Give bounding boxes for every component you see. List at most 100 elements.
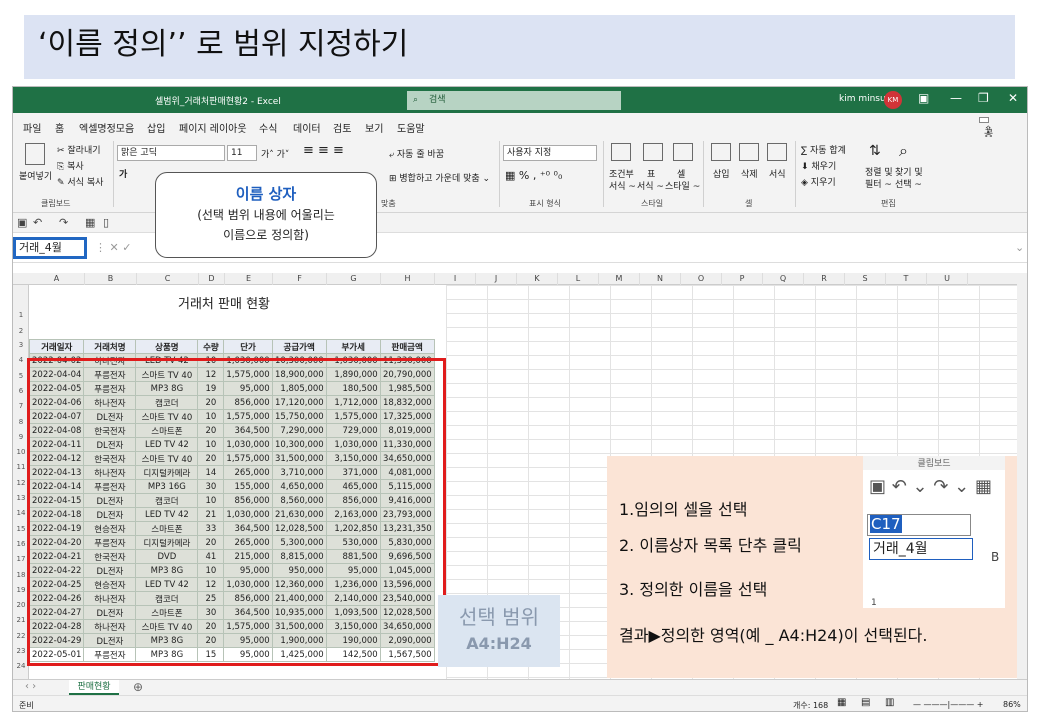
redo-icon[interactable]: ↷ — [59, 216, 68, 229]
delete-button[interactable]: 삭제 — [741, 167, 758, 180]
sheet-title: 거래처 판매 현황 — [178, 297, 270, 312]
column-header-d[interactable]: D — [199, 273, 225, 285]
column-header-m[interactable]: M — [599, 273, 640, 285]
format-painter-button[interactable]: ✎ 서식 복사 — [57, 175, 103, 188]
tab-file[interactable]: 파일 — [23, 120, 41, 135]
ribbon-display-icon[interactable]: ▣ — [918, 91, 929, 105]
tab-insert[interactable]: 삽입 — [147, 120, 165, 135]
format-table-icon[interactable] — [643, 143, 663, 161]
name-box[interactable]: 거래_4월 — [13, 237, 87, 259]
tab-view[interactable]: 보기 — [365, 120, 383, 135]
tab-help[interactable]: 도움말 — [397, 120, 425, 135]
column-header-q[interactable]: Q — [763, 273, 804, 285]
undo-icon[interactable]: ↶ — [33, 216, 42, 229]
view-normal-icon[interactable]: ▦ — [837, 697, 846, 708]
insert-cells-icon[interactable] — [711, 143, 731, 161]
number-format-select[interactable]: 사용자 지정 — [503, 145, 597, 161]
column-header-n[interactable]: N — [640, 273, 681, 285]
column-header-r[interactable]: R — [804, 273, 845, 285]
column-heading: 공급가액 — [271, 339, 327, 354]
expand-formula-icon[interactable]: ⌄ — [1015, 241, 1024, 254]
column-header-b[interactable]: B — [85, 273, 137, 285]
find-icon[interactable]: ⌕ — [899, 141, 908, 161]
restore-icon[interactable]: ❐ — [978, 91, 989, 105]
sort-filter-icon[interactable]: ⇅ — [869, 143, 881, 159]
table-icon[interactable]: ▦ — [85, 216, 95, 229]
row-header[interactable]: 3 — [13, 341, 29, 349]
paste-icon[interactable] — [25, 143, 45, 165]
column-header-f[interactable]: F — [273, 273, 327, 285]
sheet-tab-sales[interactable]: 판매현황 — [69, 680, 119, 695]
delete-cells-icon[interactable] — [739, 143, 759, 161]
wrap-text-button[interactable]: ⤶ 자동 줄 바꿈 — [389, 147, 444, 160]
inset-name-box: C17 — [867, 514, 971, 536]
row-header[interactable]: 2 — [13, 327, 29, 335]
tab-review[interactable]: 검토 — [333, 120, 351, 135]
font-size-select[interactable]: 11 — [227, 145, 257, 161]
share-button[interactable]: ⇪ 공유 — [979, 117, 993, 155]
column-header-p[interactable]: P — [722, 273, 763, 285]
tab-nav-icons[interactable]: ‹ › — [25, 681, 36, 692]
conditional-format-icon[interactable] — [611, 143, 631, 161]
document-title: 셀범위_거래처판매현황2 - Excel — [155, 97, 281, 107]
search-icon: ⌕ — [413, 95, 419, 105]
add-sheet-icon[interactable]: ⊕ — [133, 680, 143, 694]
merge-center-button[interactable]: ⊞ 병합하고 가운데 맞춤 ⌄ — [389, 171, 490, 184]
new-file-icon[interactable]: ▯ — [103, 216, 109, 229]
avatar[interactable]: KM — [884, 91, 902, 109]
bold-icon[interactable]: 가 — [119, 167, 127, 180]
vertical-scrollbar[interactable] — [1017, 273, 1027, 679]
percent-comma-icons[interactable]: ▦ % , ⁺⁰ ⁰₀ — [505, 169, 562, 182]
group-edit: 편집 — [881, 199, 896, 208]
column-header-k[interactable]: K — [517, 273, 558, 285]
close-icon[interactable]: ✕ — [1008, 91, 1018, 105]
cell-style-icon[interactable] — [673, 143, 693, 161]
column-header-t[interactable]: T — [886, 273, 927, 285]
fill-button[interactable]: ⬇ 채우기 — [801, 159, 836, 172]
ribbon-tabs: 파일 홈 엑셀명정모음 삽입 페이지 레이아웃 수식 데이터 검토 보기 도움말… — [13, 113, 1027, 155]
row-header[interactable]: 1 — [13, 311, 29, 319]
column-heading: 판매금액 — [379, 339, 435, 354]
view-layout-icon[interactable]: ▤ — [861, 697, 870, 708]
autosum-button[interactable]: ∑ 자동 합계 — [801, 143, 846, 156]
paste-button[interactable]: 붙여넣기 — [19, 169, 52, 182]
zoom-level: 86% — [1003, 700, 1021, 709]
column-header-j[interactable]: J — [476, 273, 517, 285]
cut-button[interactable]: ✂ 잘라내기 — [57, 143, 101, 156]
divider — [795, 141, 796, 207]
tab-macro[interactable]: 엑셀명정모음 — [79, 120, 134, 135]
tab-page-layout[interactable]: 페이지 레이아웃 — [179, 120, 247, 135]
sheet-tab-bar: ‹ › 판매현황 ⊕ — [13, 679, 1027, 695]
column-header-c[interactable]: C — [137, 273, 199, 285]
align-icons[interactable]: ≡ ≡ ≡ — [303, 143, 344, 158]
name-box-inset: 클립보드 ▣ ↶ ⌄ ↷ ⌄ ▦ C17 거래_4월 B 1 — [863, 456, 1005, 608]
step-3: 3. 정의한 이름을 선택 — [619, 580, 768, 599]
divider — [113, 141, 114, 207]
format-cells-icon[interactable] — [767, 143, 787, 161]
column-header-g[interactable]: G — [327, 273, 381, 285]
column-header-a[interactable]: A — [29, 273, 85, 285]
tab-data[interactable]: 데이터 — [293, 120, 321, 135]
column-header-s[interactable]: S — [845, 273, 886, 285]
column-header-o[interactable]: O — [681, 273, 722, 285]
font-grow-icon[interactable]: 가˄ 가˅ — [261, 147, 289, 160]
insert-button[interactable]: 삽입 — [713, 167, 730, 180]
font-select[interactable]: 맑은 고딕 — [117, 145, 225, 161]
search-box[interactable]: ⌕ 검색 — [407, 91, 621, 110]
tab-formulas[interactable]: 수식 — [259, 120, 277, 135]
view-break-icon[interactable]: ▥ — [885, 697, 894, 708]
formula-icons[interactable]: ⋮ ✕ ✓ — [95, 241, 131, 254]
column-header-h[interactable]: H — [381, 273, 435, 285]
copy-button[interactable]: ⎘ 복사 — [57, 159, 84, 172]
format-button[interactable]: 서식 — [769, 167, 786, 180]
minimize-icon[interactable]: — — [950, 91, 962, 105]
column-header-u[interactable]: U — [927, 273, 968, 285]
clear-button[interactable]: ◈ 지우기 — [801, 175, 836, 188]
save-icon[interactable]: ▣ — [17, 216, 27, 229]
column-header-e[interactable]: E — [225, 273, 273, 285]
status-ready: 준비 — [19, 701, 34, 710]
group-number: 표시 형식 — [529, 199, 561, 208]
column-header-l[interactable]: L — [558, 273, 599, 285]
zoom-slider[interactable]: — ———|——— + — [913, 700, 983, 709]
column-header-i[interactable]: I — [435, 273, 476, 285]
